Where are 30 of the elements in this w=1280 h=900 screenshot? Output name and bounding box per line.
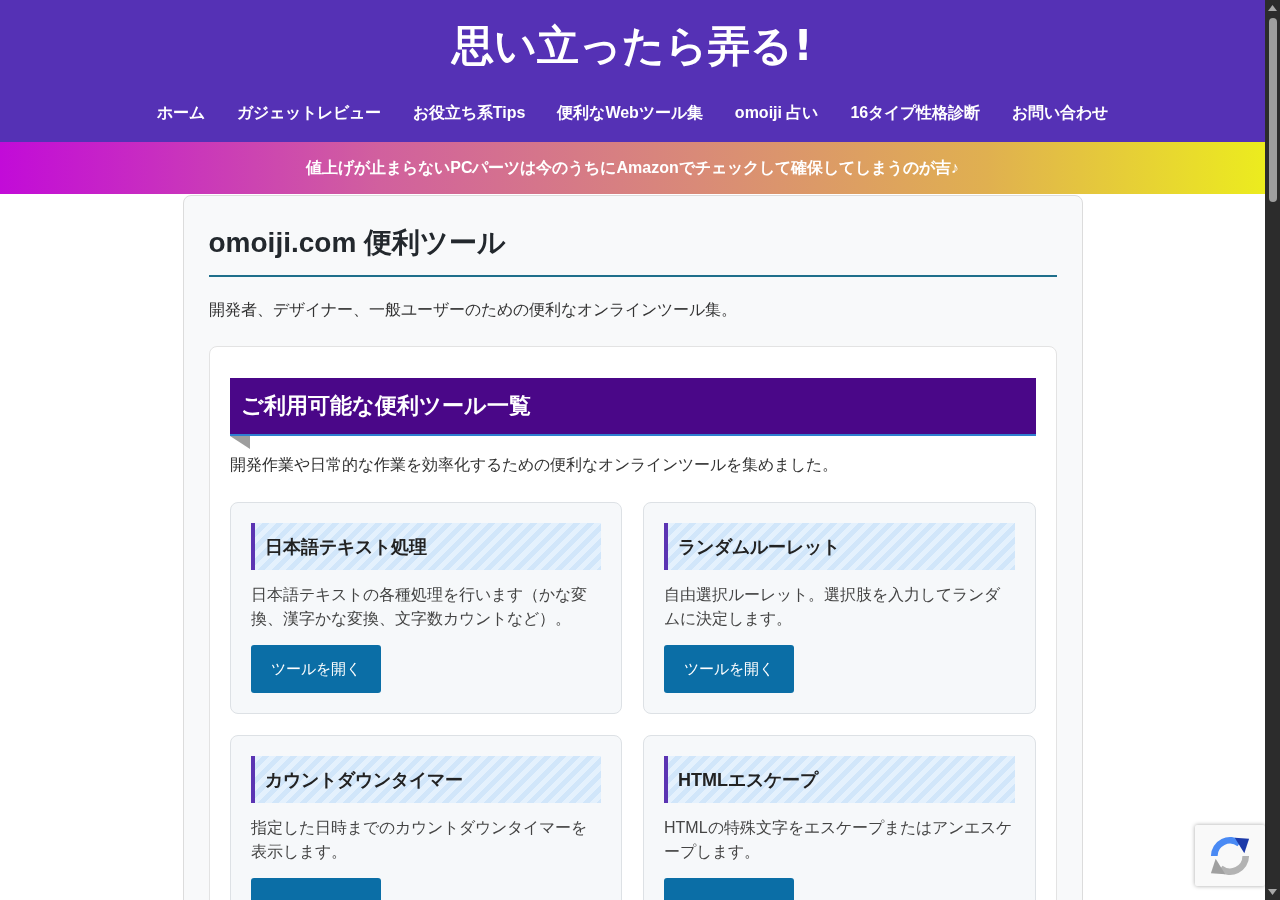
tool-description: 指定した日時までのカウントダウンタイマーを表示します。 (250, 818, 588, 862)
site-title[interactable]: 思い立ったら弄る! (452, 18, 813, 74)
scroll-up-arrow-icon[interactable] (1268, 5, 1277, 11)
tool-name: ランダムルーレット (664, 523, 1015, 570)
tool-description: 日本語テキストの各種処理を行います（かな変換、漢字かな変換、文字数カウントなど）。 (250, 585, 588, 629)
open-tool-button[interactable]: ツールを開く (664, 645, 794, 693)
circular-arrows-icon (1209, 834, 1251, 877)
nav-link[interactable]: 16タイプ性格診断 (850, 101, 981, 125)
scrollbar-track[interactable] (1265, 0, 1280, 900)
section-intro: 開発作業や日常的な作業を効率化するための便利なオンラインツールを集めました。 (229, 455, 839, 475)
promo-banner[interactable]: 値上げが止まらないPCパーツは今のうちにAmazonでチェックして確保してしまうのが吉♪ (0, 142, 1265, 194)
tool-name: HTMLエスケープ (664, 756, 1015, 803)
nav-link[interactable]: ホーム (156, 101, 205, 125)
nav-link[interactable]: お役立ち系Tips (412, 101, 526, 125)
nav-link[interactable]: omoiji 占い (734, 101, 819, 125)
open-tool-button[interactable]: ツールを開く (250, 645, 381, 693)
scrollbar-thumb[interactable] (1268, 18, 1277, 202)
page-title: omoiji.com 便利ツール (208, 223, 1057, 277)
nav-link[interactable]: ガジェットレビュー (236, 101, 381, 125)
nav-link[interactable]: お問い合わせ (1012, 101, 1109, 125)
page-description: 開発者、デザイナー、一般ユーザーのための便利なオンラインツール集。 (208, 300, 738, 320)
tool-name: 日本語テキスト処理 (250, 523, 601, 570)
tool-description: 自由選択ルーレット。選択肢を入力してランダムに決定します。 (664, 585, 1001, 629)
ribbon-fold-icon (229, 436, 250, 449)
captcha-badge[interactable] (1195, 825, 1265, 886)
section-heading: ご利用可能な便利ツール一覧 (229, 378, 1036, 436)
tool-name: カウントダウンタイマー (250, 756, 601, 803)
tool-description: HTMLの特殊文字をエスケープまたはアンエスケープします。 (664, 818, 1013, 862)
nav-link[interactable]: 便利なWebツール集 (557, 101, 703, 125)
scroll-down-arrow-icon[interactable] (1268, 889, 1277, 895)
